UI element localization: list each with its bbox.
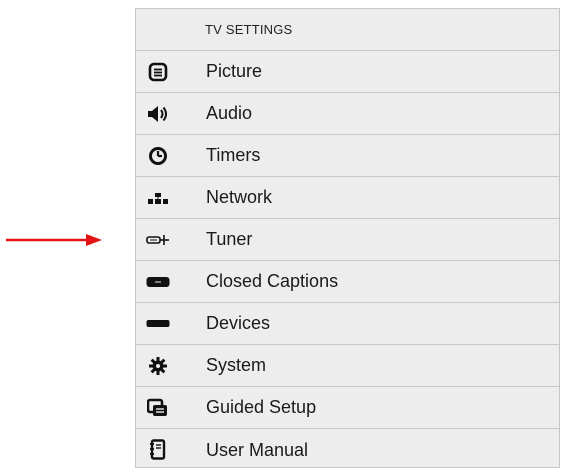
- menu-item-picture[interactable]: Picture: [136, 51, 559, 93]
- speaker-icon: [146, 103, 170, 125]
- manual-icon: [146, 439, 170, 461]
- devices-icon: [146, 313, 170, 335]
- cc-icon: [146, 271, 170, 293]
- menu-item-label: Closed Captions: [206, 271, 339, 291]
- picture-icon: [146, 61, 170, 83]
- menu-item-devices[interactable]: Devices: [136, 303, 559, 345]
- network-icon: [146, 187, 170, 209]
- menu-item-tuner[interactable]: Tuner: [136, 219, 559, 261]
- menu-item-label: User Manual: [206, 439, 309, 460]
- menu-item-label: Network: [206, 187, 273, 207]
- clock-icon: [146, 145, 170, 167]
- tv-settings-menu: TV SETTINGS Picture Audio Timers Network…: [135, 8, 560, 468]
- menu-item-label: Audio: [206, 103, 253, 123]
- guided-setup-icon: [146, 397, 170, 419]
- menu-item-label: Timers: [206, 145, 261, 165]
- menu-item-label: Picture: [206, 61, 263, 81]
- menu-item-label: Tuner: [206, 229, 253, 249]
- menu-item-label: Guided Setup: [206, 397, 317, 417]
- menu-item-user-manual[interactable]: User Manual: [136, 429, 559, 471]
- menu-item-guided-setup[interactable]: Guided Setup: [136, 387, 559, 429]
- pointer-arrow: [6, 234, 102, 246]
- menu-item-label: System: [206, 355, 267, 375]
- antenna-icon: [146, 229, 170, 251]
- menu-item-audio[interactable]: Audio: [136, 93, 559, 135]
- gear-icon: [146, 355, 170, 377]
- menu-item-closed-captions[interactable]: Closed Captions: [136, 261, 559, 303]
- menu-item-label: Devices: [206, 313, 271, 333]
- menu-item-network[interactable]: Network: [136, 177, 559, 219]
- menu-title: TV SETTINGS: [136, 9, 559, 51]
- menu-item-timers[interactable]: Timers: [136, 135, 559, 177]
- menu-item-system[interactable]: System: [136, 345, 559, 387]
